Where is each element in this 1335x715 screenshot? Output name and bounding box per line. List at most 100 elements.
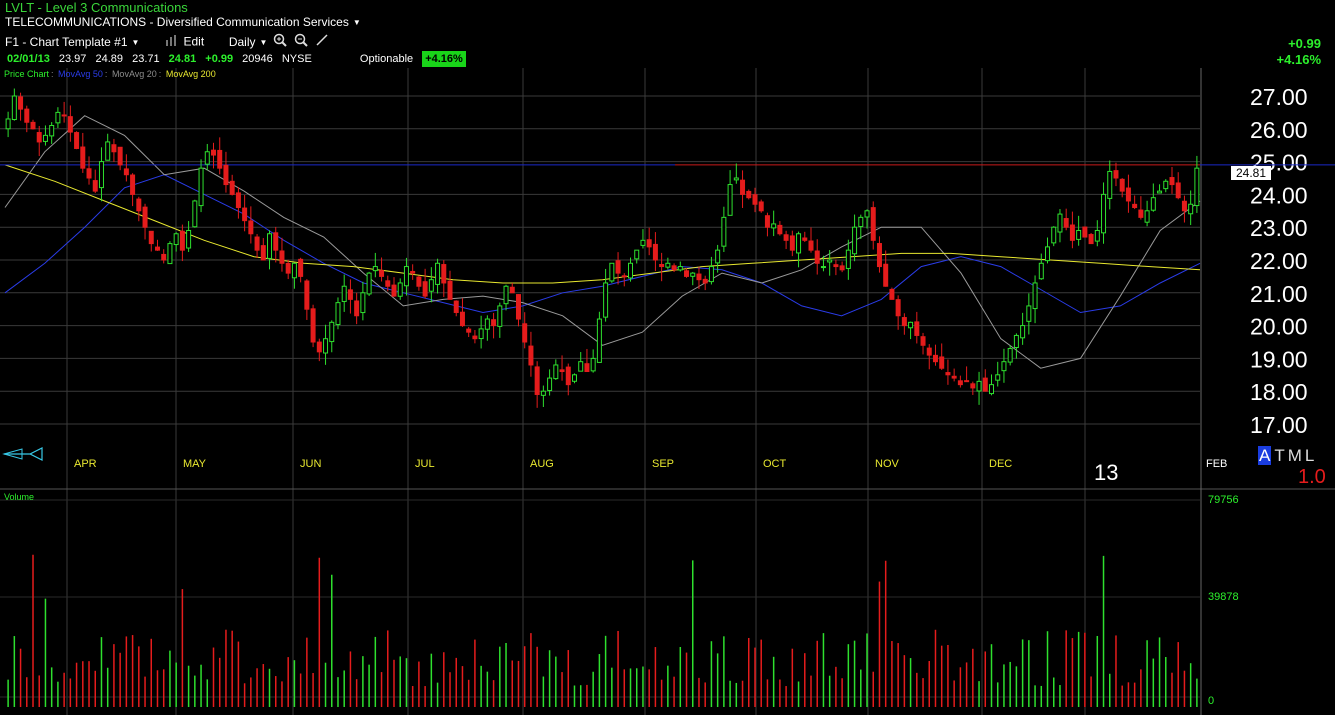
candle-body xyxy=(422,281,428,297)
candle-body xyxy=(509,286,515,294)
chevron-down-icon: ▼ xyxy=(259,37,268,47)
candle-body xyxy=(808,240,814,251)
candle-body xyxy=(491,319,497,327)
legend-movavg-20[interactable]: MovAvg 20 xyxy=(112,69,157,79)
month-label: DEC xyxy=(989,458,1012,470)
candle-body xyxy=(459,311,465,327)
optionable-label: Optionable xyxy=(359,53,414,65)
timeframe-a[interactable]: A xyxy=(1258,446,1272,465)
quote-high: 24.89 xyxy=(95,53,124,65)
draw-line-icon[interactable] xyxy=(315,33,329,52)
legend-movavg-200[interactable]: MovAvg 200 xyxy=(166,69,216,79)
candle-body xyxy=(1138,209,1144,218)
candle-body xyxy=(42,134,48,142)
candle-body xyxy=(130,174,136,195)
quote-open: 23.97 xyxy=(58,53,87,65)
candle-body xyxy=(223,164,229,186)
candle-body xyxy=(559,369,565,373)
candle-body xyxy=(690,272,696,277)
candle-body xyxy=(403,266,409,287)
candle-body xyxy=(1107,170,1113,199)
candle-body xyxy=(167,243,173,265)
timeframe-tml[interactable]: TML xyxy=(1274,446,1317,465)
candle-body xyxy=(553,364,559,380)
candle-body xyxy=(1150,197,1156,211)
candle-body xyxy=(671,265,677,271)
candle-body xyxy=(970,383,976,389)
candle-body xyxy=(192,200,198,228)
candle-body xyxy=(796,233,802,254)
edit-button[interactable]: Edit xyxy=(183,35,204,49)
candle-body xyxy=(391,284,397,297)
candle-body xyxy=(665,262,671,268)
candle-body xyxy=(876,243,882,268)
candle-body xyxy=(814,250,820,264)
candle-body xyxy=(578,361,584,372)
legend-movavg-50[interactable]: MovAvg 50 xyxy=(58,69,103,79)
candle-body xyxy=(1194,167,1200,207)
candle-body xyxy=(715,249,721,264)
sector-dropdown[interactable]: TELECOMMUNICATIONS - Diversified Communi… xyxy=(0,15,1335,30)
candle-body xyxy=(1132,203,1138,209)
candle-body xyxy=(323,338,329,354)
window-title: LVLT - Level 3 Communications xyxy=(5,0,188,15)
period-label: Daily xyxy=(228,34,256,49)
candle-body xyxy=(291,262,297,279)
zoom-in-icon[interactable] xyxy=(273,33,287,52)
period-dropdown[interactable]: Daily ▼ xyxy=(229,35,268,49)
month-label: FEB xyxy=(1206,458,1227,470)
candle-body xyxy=(74,132,80,149)
candle-body xyxy=(640,239,646,246)
month-label: AUG xyxy=(530,458,554,470)
candle-body xyxy=(596,318,602,363)
price-tick-label: 18.00 xyxy=(1250,379,1308,405)
candle-body xyxy=(733,177,739,181)
price-tick-label: 21.00 xyxy=(1250,281,1308,307)
zoom-out-icon[interactable] xyxy=(294,33,308,52)
legend-price-chart[interactable]: Price Chart xyxy=(4,69,49,79)
candle-body xyxy=(721,216,727,247)
year-label: 13 xyxy=(1094,460,1119,485)
candle-body xyxy=(982,377,988,392)
candle-body xyxy=(472,335,478,340)
timeframe-selector[interactable]: A TML xyxy=(1258,446,1317,466)
volume-bars xyxy=(7,554,1198,707)
candle-body xyxy=(428,279,434,292)
candle-body xyxy=(789,235,795,251)
candle-body xyxy=(397,282,403,297)
candle-body xyxy=(833,264,839,268)
candle-body xyxy=(565,366,571,386)
candle-body xyxy=(764,215,770,228)
candle-body xyxy=(976,380,982,392)
candle-body xyxy=(652,243,658,261)
month-label: MAY xyxy=(183,458,207,470)
volume-axis-labels: 79756 39878 0 xyxy=(1208,494,1239,707)
last-price-tag: 24.81 xyxy=(1231,166,1271,180)
candle-body xyxy=(341,285,347,302)
price-tick-label: 19.00 xyxy=(1250,346,1308,372)
month-label: JUL xyxy=(415,458,435,470)
candle-body xyxy=(453,300,459,313)
candle-body xyxy=(441,264,447,284)
month-label: SEP xyxy=(652,458,674,470)
candle-body xyxy=(105,141,111,161)
candle-body xyxy=(136,198,142,212)
month-label: APR xyxy=(74,458,97,470)
candle-body xyxy=(1007,348,1013,363)
candle-body xyxy=(1001,361,1007,372)
bar-chart-icon[interactable] xyxy=(166,34,178,51)
change-summary: +0.99 +4.16% xyxy=(1277,36,1321,68)
price-tick-label: 17.00 xyxy=(1250,412,1308,438)
candle-body xyxy=(1032,282,1038,310)
candle-body xyxy=(920,336,926,346)
candle-body xyxy=(615,260,621,274)
candle-body xyxy=(845,249,851,269)
candle-body xyxy=(260,245,266,261)
candle-body xyxy=(285,262,291,274)
month-label: NOV xyxy=(875,458,900,470)
candle-body xyxy=(372,266,378,272)
template-dropdown[interactable]: F1 - Chart Template #1 ▼ xyxy=(5,35,139,49)
candle-body xyxy=(173,233,179,246)
candle-body xyxy=(995,374,1001,381)
candle-body xyxy=(951,375,957,379)
